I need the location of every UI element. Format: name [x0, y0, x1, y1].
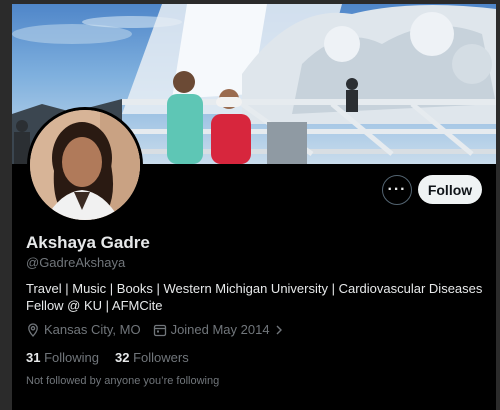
more-options-icon: ··· — [387, 181, 407, 198]
profile-bio: Travel | Music | Books | Western Michiga… — [26, 281, 483, 313]
calendar-icon — [153, 324, 166, 336]
followers-label: Followers — [133, 350, 189, 365]
location-pin-icon — [28, 322, 38, 337]
profile-meta: Kansas City, MO Joined May 2014 — [26, 322, 300, 337]
joined-text: Joined May 2014 — [170, 322, 270, 337]
joined-item[interactable]: Joined May 2014 — [153, 322, 288, 337]
window-frame-right — [496, 0, 500, 410]
follow-counts: 31 Following 32 Followers — [26, 350, 205, 365]
followers-count: 32 — [115, 350, 130, 365]
location-item: Kansas City, MO — [26, 322, 141, 337]
following-count: 31 — [26, 350, 41, 365]
location-text: Kansas City, MO — [44, 322, 141, 337]
chevron-right-icon — [276, 325, 282, 334]
follow-button[interactable]: Follow — [418, 175, 482, 204]
followers-link[interactable]: 32 Followers — [115, 350, 189, 365]
profile-display-name: Akshaya Gadre — [26, 233, 150, 252]
profile-avatar[interactable] — [27, 107, 143, 223]
more-options-button[interactable]: ··· — [382, 175, 412, 205]
not-followed-note: Not followed by anyone you’re following — [26, 375, 220, 387]
window-frame-left — [0, 0, 12, 410]
following-link[interactable]: 31 Following — [26, 350, 99, 365]
following-label: Following — [44, 350, 100, 365]
profile-handle: @GadreAkshaya — [26, 255, 126, 270]
